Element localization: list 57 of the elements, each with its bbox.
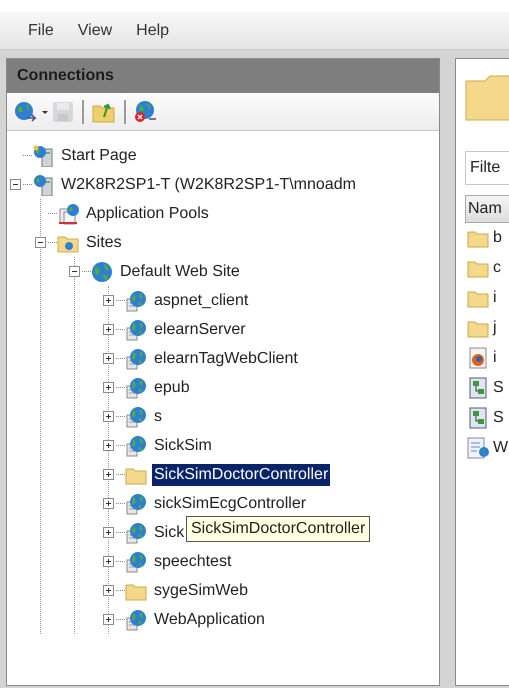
expand-toggle[interactable] [102, 353, 114, 364]
globe-icon[interactable] [133, 100, 159, 124]
server-icon [32, 174, 54, 196]
expand-toggle[interactable] [102, 527, 114, 538]
tree-item[interactable]: aspnet_client [152, 290, 250, 312]
expand-toggle[interactable] [102, 498, 114, 509]
tree-item[interactable]: Default Web Site [118, 260, 242, 282]
tree-item[interactable]: SickSimDoctorController [152, 464, 330, 486]
tree-item[interactable]: Application Pools [84, 202, 211, 224]
item-name[interactable]: i [493, 286, 497, 310]
tree-item[interactable]: epub [152, 376, 192, 398]
globe-icon [91, 260, 113, 282]
expand-toggle[interactable] [102, 440, 114, 451]
expand-toggle[interactable] [102, 324, 114, 335]
item-name[interactable]: S [493, 406, 504, 430]
item-name[interactable]: j [493, 316, 497, 340]
collapse-toggle[interactable] [68, 266, 80, 277]
expand-toggle[interactable] [102, 382, 114, 393]
expand-toggle[interactable] [102, 295, 114, 306]
folder-icon [465, 75, 509, 121]
panel-title: Connections [17, 66, 114, 86]
menu-item[interactable]: File [16, 18, 66, 42]
sitemap-icon [467, 407, 489, 429]
tooltip: SickSimDoctorController [186, 516, 370, 542]
menu-item[interactable]: Help [124, 18, 182, 42]
tree-item[interactable]: Sites [84, 232, 124, 254]
item-name[interactable]: b [493, 226, 502, 250]
expand-toggle[interactable] [102, 585, 114, 596]
tree-item[interactable]: SickSim [152, 434, 214, 456]
collapse-toggle[interactable] [10, 179, 20, 190]
tree-item[interactable]: elearnServer [152, 318, 248, 340]
tree-item[interactable]: sickSimEcgController [152, 492, 308, 514]
filter-label: Filte [470, 158, 500, 178]
browser-page-icon [467, 347, 489, 369]
server-icon [32, 144, 54, 166]
tree-item[interactable]: elearnTagWebClient [152, 348, 300, 370]
item-name[interactable]: c [493, 256, 501, 280]
tree-item[interactable]: s [152, 406, 164, 428]
document-icon [467, 437, 489, 459]
tree-item[interactable]: WebApplication [152, 608, 267, 630]
item-name[interactable]: i [493, 346, 497, 370]
tree-item[interactable]: sygeSimWeb [152, 580, 250, 602]
tree-item[interactable]: W2K8R2SP1-T (W2K8R2SP1-T\mnoadm [59, 174, 358, 196]
tree-item[interactable]: speechtest [152, 550, 234, 572]
pages-icon [57, 202, 79, 224]
item-name[interactable]: S [493, 376, 504, 400]
globe-icon[interactable] [13, 100, 39, 124]
menu-item[interactable]: View [66, 18, 124, 42]
column-header[interactable]: Nam [465, 195, 509, 223]
expand-toggle[interactable] [102, 614, 114, 625]
sitemap-icon [467, 377, 489, 399]
collapse-toggle[interactable] [34, 237, 46, 248]
tree-item[interactable]: Start Page [59, 144, 139, 166]
expand-toggle[interactable] [102, 411, 114, 422]
item-name[interactable]: W [493, 436, 508, 460]
expand-toggle[interactable] [102, 469, 114, 480]
expand-toggle[interactable] [102, 556, 114, 567]
